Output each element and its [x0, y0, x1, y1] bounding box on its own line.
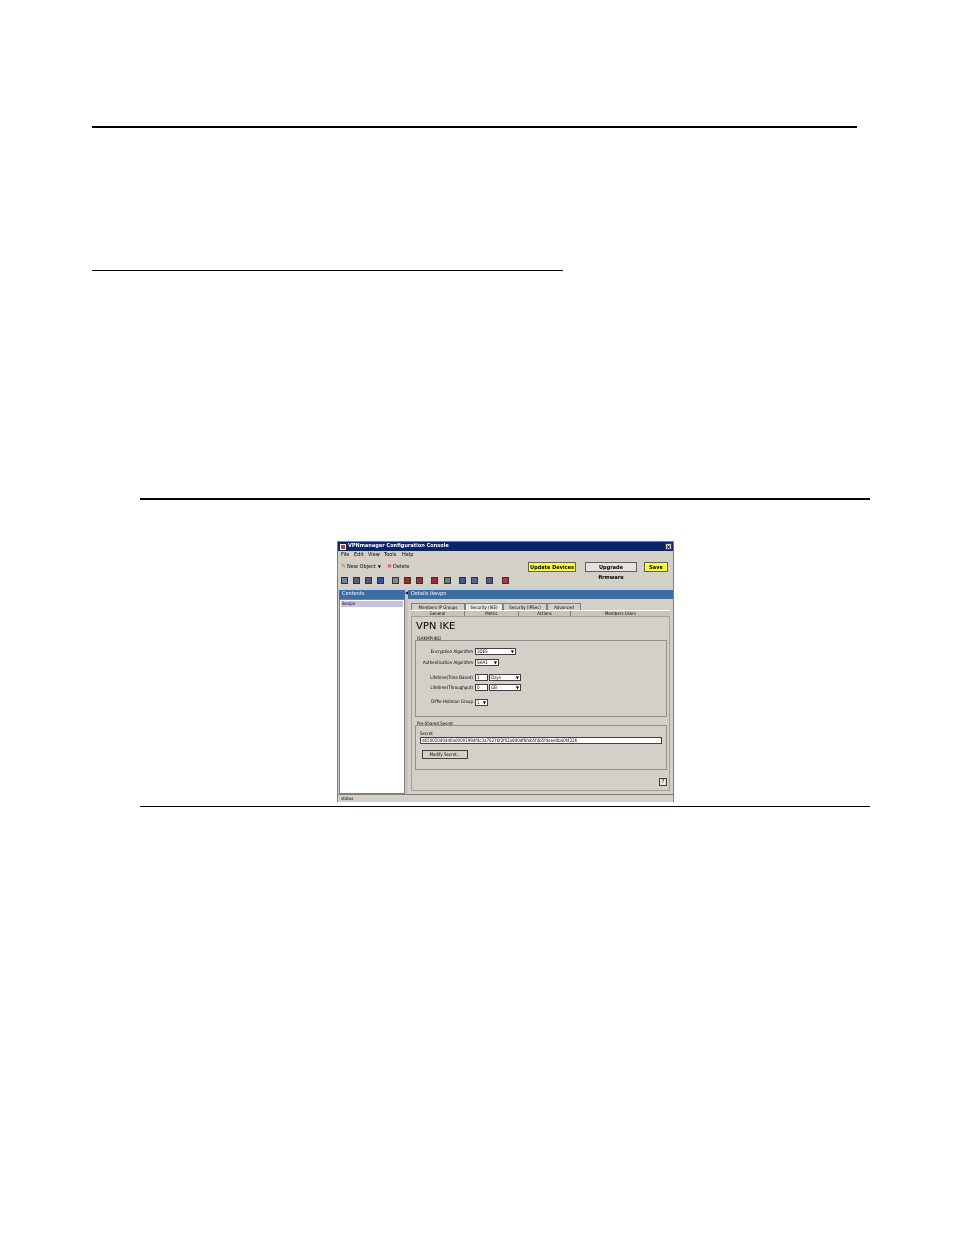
- lifetime-throughput-unit-select[interactable]: GB ▼: [489, 684, 521, 691]
- chevron-down-icon: ▼: [515, 685, 519, 690]
- device-icon[interactable]: [341, 577, 348, 584]
- menu-bar: File Edit View Tools Help: [338, 551, 673, 559]
- lifetime-throughput-unit: GB: [491, 685, 497, 690]
- window-title: VPNmanager Configuration Console: [348, 543, 449, 549]
- app-icon: [340, 543, 346, 550]
- status-bar: status: [338, 794, 673, 802]
- title-bar: VPNmanager Configuration Console ×: [338, 542, 673, 551]
- close-icon[interactable]: ×: [665, 543, 672, 551]
- preshared-group: [415, 725, 667, 770]
- service-icon[interactable]: [444, 577, 451, 584]
- delete-button[interactable]: ✕Delete: [387, 563, 409, 571]
- contents-header: Contents: [339, 590, 405, 599]
- contents-title: Contents: [342, 591, 365, 597]
- chevron-down-icon: ▼: [377, 564, 381, 569]
- group-icon[interactable]: [353, 577, 360, 584]
- help-icon[interactable]: ?: [659, 778, 667, 786]
- chevron-down-icon: ▼: [493, 660, 497, 665]
- top-rule: [92, 126, 857, 128]
- policy-icon[interactable]: [404, 577, 411, 584]
- isakmp-group-label: ISAKMP(IKE): [417, 636, 442, 641]
- page-title: VPN IKE: [416, 621, 456, 632]
- dh-group-value: 1: [477, 700, 480, 705]
- network-icon[interactable]: [365, 577, 372, 584]
- figure-bottom-rule: [140, 806, 870, 807]
- secret-field[interactable]: d650020d04d0a00001994f4c3a76276f2f02a8d0…: [420, 737, 662, 744]
- firewall-icon[interactable]: [416, 577, 423, 584]
- menu-help[interactable]: Help: [402, 551, 413, 559]
- dh-group-label: Diffie-Hellman Group: [431, 699, 473, 704]
- delete-icon: ✕: [387, 563, 393, 570]
- status-text: status: [341, 796, 354, 801]
- app-window: VPNmanager Configuration Console × File …: [337, 541, 674, 802]
- schedule-icon[interactable]: [486, 577, 493, 584]
- tab-members-ip-groups[interactable]: Members IP Groups: [411, 603, 465, 610]
- encryption-select[interactable]: 3DES ▼: [475, 648, 516, 655]
- new-object-label: New Object: [347, 564, 376, 570]
- dh-group-select[interactable]: 1 ▼: [475, 699, 488, 706]
- upgrade-firmware-button[interactable]: Upgrade firmware: [585, 562, 637, 581]
- qos-icon[interactable]: [459, 577, 466, 584]
- tree-item-ikevpn[interactable]: ikevpn: [341, 601, 403, 607]
- update-devices-button[interactable]: Update Devices: [528, 562, 576, 572]
- chevron-down-icon: ▼: [510, 649, 514, 654]
- alarm-icon[interactable]: [502, 577, 509, 584]
- menu-tools[interactable]: Tools: [384, 551, 396, 559]
- rule-icon[interactable]: [431, 577, 438, 584]
- new-object-button[interactable]: ✎New Object ▼: [341, 563, 381, 571]
- ike-settings-panel: VPN IKE ISAKMP(IKE) Encryption Algorithm…: [411, 616, 670, 791]
- menu-view[interactable]: View: [368, 551, 380, 559]
- object-toolbar: [338, 575, 673, 587]
- lifetime-time-unit: Days: [491, 675, 501, 680]
- authentication-value: SHA1: [477, 660, 488, 665]
- authentication-label: Authentication Algorithm: [422, 660, 473, 665]
- menu-edit[interactable]: Edit: [354, 551, 364, 559]
- tab-security-ipsec[interactable]: Security (IPSec): [503, 603, 547, 610]
- save-button[interactable]: Save: [644, 562, 668, 572]
- tab-security-ike[interactable]: Security (IKE): [465, 603, 503, 610]
- modify-secret-button[interactable]: Modify Secret...: [422, 750, 468, 759]
- lifetime-time-label: Lifetime(Time Based): [430, 675, 473, 680]
- vpn-icon[interactable]: [377, 577, 384, 584]
- chevron-down-icon: ▼: [515, 675, 519, 680]
- lifetime-time-unit-select[interactable]: Days ▼: [489, 674, 521, 681]
- lifetime-time-input[interactable]: 1: [475, 674, 488, 681]
- chevron-down-icon: ▼: [482, 700, 486, 705]
- lifetime-throughput-label: Lifetime(Throughput): [430, 685, 473, 690]
- details-header: Details ikevpn: [408, 590, 673, 599]
- section-rule: [92, 270, 563, 271]
- lifetime-throughput-input[interactable]: 0: [475, 684, 488, 691]
- menu-file[interactable]: File: [341, 551, 349, 559]
- main-toolbar: ✎New Object ▼ ✕Delete Update Devices Upgr…: [338, 560, 673, 581]
- new-object-icon: ✎: [341, 563, 347, 570]
- details-title: Details ikevpn: [411, 591, 447, 597]
- contents-tree[interactable]: ikevpn: [339, 599, 405, 794]
- details-pane: Members IP Groups Security (IKE) Securit…: [408, 599, 673, 794]
- delete-label: Delete: [393, 564, 410, 570]
- report-icon[interactable]: [471, 577, 478, 584]
- encryption-value: 3DES: [477, 649, 488, 654]
- figure-top-rule: [140, 498, 870, 500]
- secret-label: Secret: [420, 731, 433, 736]
- preshared-group-label: Pre-Shared Secret: [417, 721, 453, 726]
- user-icon[interactable]: [392, 577, 399, 584]
- authentication-select[interactable]: SHA1 ▼: [475, 659, 499, 666]
- tab-advanced[interactable]: Advanced: [547, 603, 581, 610]
- encryption-label: Encryption Algorithm: [430, 649, 473, 654]
- collapse-left-icon[interactable]: ◀: [405, 591, 408, 595]
